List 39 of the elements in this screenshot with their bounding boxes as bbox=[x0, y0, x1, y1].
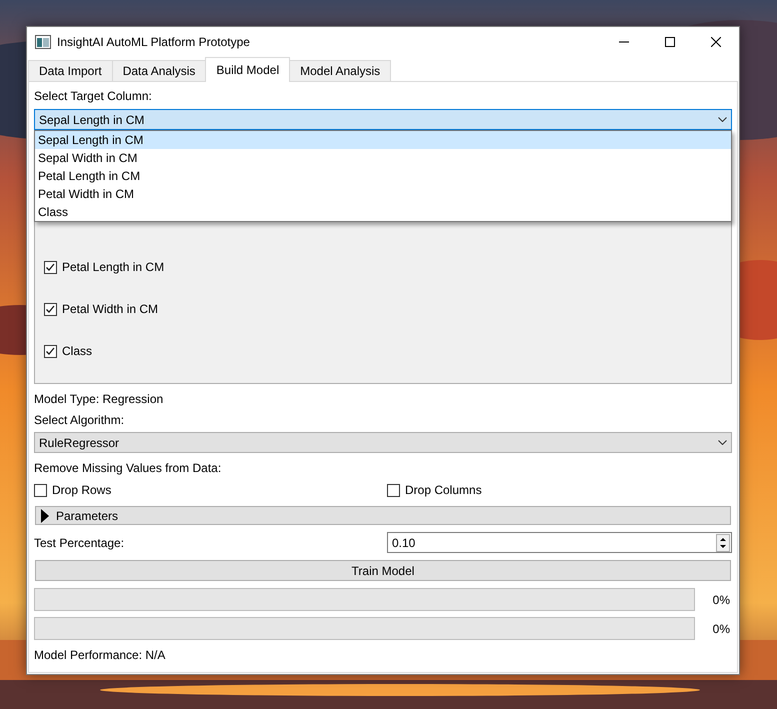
close-icon bbox=[711, 37, 721, 47]
field-label: Select Algorithm: bbox=[34, 412, 126, 428]
dropdown-option[interactable]: Petal Length in CM bbox=[35, 167, 731, 185]
checkbox[interactable] bbox=[44, 260, 57, 274]
dropdown-option[interactable]: Petal Width in CM bbox=[35, 185, 731, 203]
checkbox[interactable] bbox=[387, 484, 400, 496]
field-label: Test Percentage: bbox=[34, 534, 126, 550]
field-label: Remove Missing Values from Data: bbox=[34, 460, 222, 476]
dropdown-option[interactable]: Class bbox=[35, 203, 731, 221]
checkbox[interactable] bbox=[34, 484, 47, 496]
checkbox-label: Petal Length in CM bbox=[62, 260, 164, 274]
progress-reading: 0% bbox=[712, 592, 731, 606]
train-model-button[interactable]: Train Model bbox=[35, 560, 731, 581]
dropdown-option[interactable]: Sepal Length in CM bbox=[35, 131, 731, 149]
maximize-icon bbox=[665, 37, 675, 47]
chevron-icon bbox=[718, 440, 727, 445]
target-dropdown[interactable]: Sepal Length in CM bbox=[34, 109, 732, 130]
parameters-toggle[interactable]: Parameters bbox=[35, 506, 731, 525]
algorithm-dropdown[interactable]: RuleRegressor bbox=[34, 432, 732, 453]
checkbox-label: Drop Rows bbox=[52, 483, 112, 497]
window-title: InsightAI AutoML Platform Prototype bbox=[57, 35, 251, 49]
chevron-icon bbox=[718, 117, 727, 122]
checkbox-label: Drop Columns bbox=[405, 483, 482, 497]
dropdown-option[interactable]: Sepal Width in CM bbox=[35, 149, 731, 167]
tab[interactable]: Data Import bbox=[28, 60, 113, 81]
field-label: Select Target Column: bbox=[34, 88, 153, 104]
progress-reading: 0% bbox=[712, 622, 731, 636]
checkbox-label: Class bbox=[62, 344, 92, 358]
checkbox-label: Petal Width in CM bbox=[62, 302, 158, 316]
checkbox[interactable] bbox=[44, 344, 57, 358]
tab[interactable]: Model Analysis bbox=[289, 60, 392, 81]
tab[interactable]: Build Model bbox=[205, 57, 290, 82]
model-type-text: Model Type: Regression bbox=[34, 391, 164, 407]
tab[interactable]: Data Analysis bbox=[112, 60, 206, 81]
test-percentage-spinbox[interactable]: 0.10 bbox=[387, 532, 732, 553]
checkbox[interactable] bbox=[44, 302, 57, 316]
model-performance-text: Model Performance: N/A bbox=[34, 647, 166, 663]
spin-arrows-icon bbox=[716, 534, 730, 552]
app-icon bbox=[35, 35, 51, 49]
